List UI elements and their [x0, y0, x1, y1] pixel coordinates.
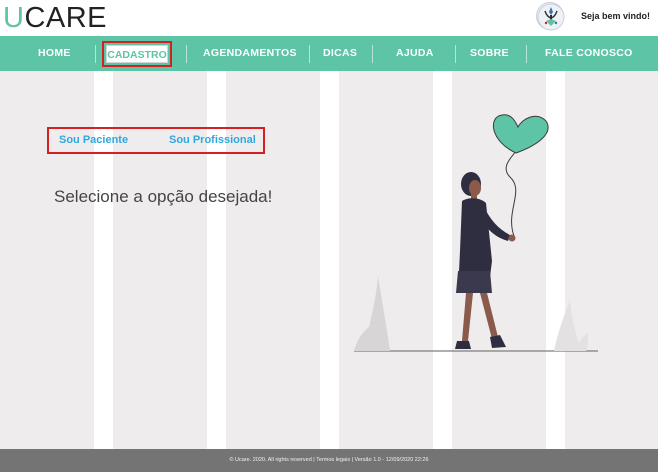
- woman-with-heart-balloon-illustration: [340, 111, 610, 361]
- logo-letter-u: U: [3, 2, 25, 34]
- logo[interactable]: UCARE: [3, 0, 107, 36]
- welcome-text: Seja bem vindo!: [580, 11, 650, 21]
- option-sou-paciente[interactable]: Sou Paciente: [59, 129, 128, 152]
- nav-item-home[interactable]: HOME: [38, 36, 71, 71]
- user-avatar-icon[interactable]: [536, 2, 565, 31]
- nav-item-sobre[interactable]: SOBRE: [470, 36, 509, 71]
- nav-divider: [309, 45, 310, 63]
- nav-divider: [95, 45, 96, 63]
- nav-item-cadastro-highlight: CADASTRO: [102, 41, 172, 67]
- nav-item-agendamentos[interactable]: AGENDAMENTOS: [203, 36, 297, 71]
- selection-prompt: Selecione a opção desejada!: [54, 187, 273, 206]
- nav-item-cadastro[interactable]: CADASTRO: [106, 45, 168, 63]
- nav-divider: [526, 45, 527, 63]
- logo-text: CARE: [24, 2, 108, 34]
- option-sou-profissional[interactable]: Sou Profissional: [169, 129, 256, 152]
- nav-divider: [372, 45, 373, 63]
- main-nav: HOME CADASTRO AGENDAMENTOS DICAS AJUDA S…: [0, 36, 658, 71]
- nav-item-fale-conosco[interactable]: FALE CONOSCO: [545, 36, 633, 71]
- nav-divider: [186, 45, 187, 63]
- nav-item-dicas[interactable]: DICAS: [323, 36, 357, 71]
- registration-options-highlight: Sou Paciente Sou Profissional: [47, 127, 265, 154]
- nav-item-ajuda[interactable]: AJUDA: [396, 36, 434, 71]
- nav-divider: [455, 45, 456, 63]
- footer-text: © Ucare. 2020. All rights reserved | Ter…: [229, 457, 429, 463]
- footer: © Ucare. 2020. All rights reserved | Ter…: [0, 449, 658, 472]
- nav-item-cadastro-label: CADASTRO: [107, 49, 167, 61]
- header: UCARE Seja bem vindo!: [0, 0, 658, 36]
- main-content: Sou Paciente Sou Profissional Selecione …: [0, 71, 658, 449]
